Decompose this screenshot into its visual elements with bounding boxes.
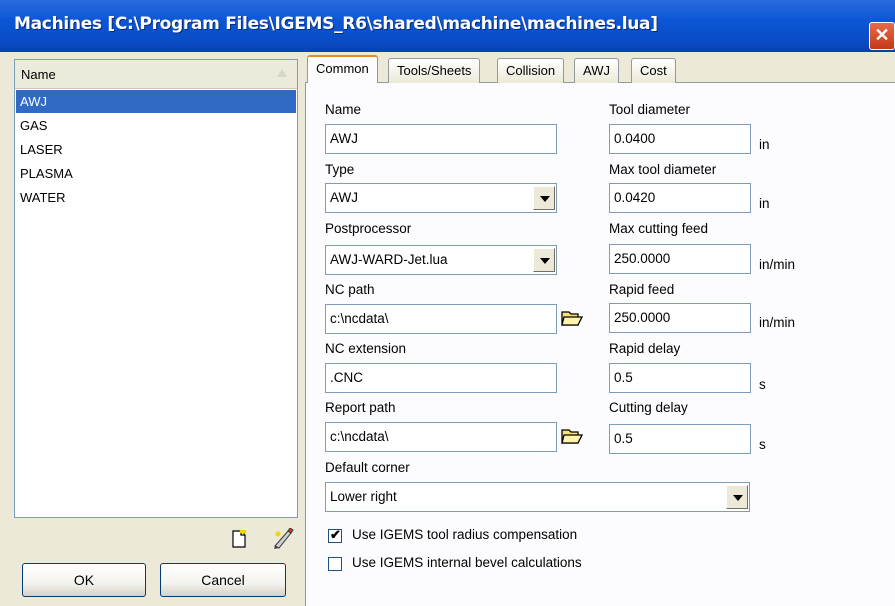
tab-tools-sheets[interactable]: Tools/Sheets bbox=[388, 58, 481, 83]
report-path-field[interactable]: c:\ncdata\ bbox=[325, 422, 557, 452]
rapid-feed-field[interactable]: 250.0000 bbox=[609, 303, 751, 333]
title-bar: Machines [C:\Program Files\IGEMS_R6\shar… bbox=[0, 0, 895, 52]
checkmark-icon: ✔ bbox=[330, 527, 341, 542]
max-tool-diameter-label: Max tool diameter bbox=[609, 162, 717, 177]
tool-radius-comp-label[interactable]: Use IGEMS tool radius compensation bbox=[352, 527, 577, 542]
default-corner-label: Default corner bbox=[325, 460, 410, 475]
max-cutting-feed-label: Max cutting feed bbox=[609, 221, 709, 236]
cutting-delay-unit: s bbox=[759, 437, 766, 452]
tool-diameter-unit: in bbox=[759, 137, 770, 152]
rapid-delay-field[interactable]: 0.5 bbox=[609, 363, 751, 393]
close-icon: ✕ bbox=[874, 25, 890, 45]
tool-diameter-label: Tool diameter bbox=[609, 102, 691, 117]
sort-icon bbox=[277, 69, 287, 77]
nc-extension-field[interactable]: .CNC bbox=[325, 363, 557, 393]
default-corner-select-value: Lower right bbox=[330, 489, 397, 504]
internal-bevel-checkbox[interactable] bbox=[328, 557, 342, 571]
browse-folder-icon[interactable] bbox=[561, 308, 583, 328]
list-item[interactable]: WATER bbox=[16, 186, 296, 209]
list-column-header[interactable]: Name bbox=[15, 60, 297, 89]
default-corner-select[interactable]: Lower right bbox=[325, 482, 750, 512]
type-label: Type bbox=[325, 162, 355, 177]
postprocessor-label: Postprocessor bbox=[325, 221, 412, 236]
list-item[interactable]: AWJ bbox=[16, 90, 296, 113]
name-field[interactable]: AWJ bbox=[325, 124, 557, 154]
internal-bevel-label[interactable]: Use IGEMS internal bevel calculations bbox=[352, 555, 582, 570]
tab-common[interactable]: Common bbox=[307, 55, 378, 83]
cancel-button[interactable]: Cancel bbox=[160, 563, 286, 597]
column-header-label: Name bbox=[21, 67, 56, 82]
report-path-label: Report path bbox=[325, 400, 396, 415]
chevron-down-icon[interactable] bbox=[533, 248, 555, 272]
name-label: Name bbox=[325, 102, 362, 117]
tab-cost[interactable]: Cost bbox=[631, 58, 676, 83]
chevron-down-icon[interactable] bbox=[533, 186, 555, 210]
nc-path-label: NC path bbox=[325, 282, 375, 297]
type-select-value: AWJ bbox=[330, 190, 358, 205]
cutting-delay-field[interactable]: 0.5 bbox=[609, 424, 751, 454]
browse-folder-icon[interactable] bbox=[561, 426, 583, 446]
rapid-delay-label: Rapid delay bbox=[609, 341, 681, 356]
postprocessor-select-value: AWJ-WARD-Jet.lua bbox=[330, 252, 448, 267]
machine-list[interactable]: Name AWJ GAS LASER PLASMA WATER bbox=[14, 59, 298, 518]
rapid-feed-label: Rapid feed bbox=[609, 282, 675, 297]
nc-extension-label: NC extension bbox=[325, 341, 407, 356]
window-title: Machines [C:\Program Files\IGEMS_R6\shar… bbox=[14, 14, 658, 34]
max-tool-diameter-unit: in bbox=[759, 196, 770, 211]
chevron-down-icon[interactable] bbox=[726, 485, 748, 509]
max-cutting-feed-unit: in/min bbox=[759, 257, 796, 272]
tool-radius-comp-checkbox[interactable]: ✔ bbox=[328, 527, 342, 543]
max-cutting-feed-field[interactable]: 250.0000 bbox=[609, 244, 751, 274]
nc-path-field[interactable]: c:\ncdata\ bbox=[325, 304, 557, 334]
ok-button[interactable]: OK bbox=[22, 563, 146, 597]
tab-collision[interactable]: Collision bbox=[497, 58, 565, 83]
edit-icon[interactable] bbox=[272, 528, 294, 550]
list-item[interactable]: PLASMA bbox=[16, 162, 296, 185]
tool-diameter-field[interactable]: 0.0400 bbox=[609, 124, 751, 154]
list-item[interactable]: GAS bbox=[16, 114, 296, 137]
max-tool-diameter-field[interactable]: 0.0420 bbox=[609, 183, 751, 213]
new-document-icon[interactable] bbox=[232, 530, 246, 548]
close-button[interactable]: ✕ bbox=[869, 22, 895, 50]
postprocessor-select[interactable]: AWJ-WARD-Jet.lua bbox=[325, 245, 557, 275]
list-item[interactable]: LASER bbox=[16, 138, 296, 161]
tab-awj[interactable]: AWJ bbox=[574, 58, 619, 83]
type-select[interactable]: AWJ bbox=[325, 183, 557, 213]
rapid-feed-unit: in/min bbox=[759, 315, 796, 330]
cutting-delay-label: Cutting delay bbox=[609, 400, 688, 415]
rapid-delay-unit: s bbox=[759, 377, 766, 392]
